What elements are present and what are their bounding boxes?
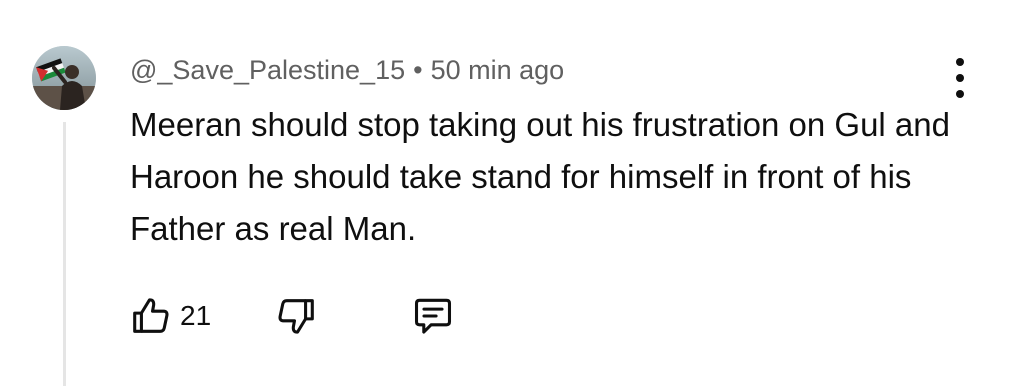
- like-count: 21: [180, 300, 212, 331]
- avatar-image: [32, 46, 96, 110]
- avatar[interactable]: [32, 46, 96, 110]
- menu-dot: [956, 58, 964, 66]
- comment-header: @_Save_Palestine_15 • 50 min ago: [130, 52, 564, 88]
- menu-dot: [956, 74, 964, 82]
- menu-dot: [956, 90, 964, 98]
- thumbs-down-icon: [278, 299, 314, 334]
- comment-time[interactable]: 50 min ago: [431, 55, 565, 85]
- thread-line: [63, 122, 66, 386]
- dislike-button[interactable]: [273, 290, 319, 342]
- author-handle[interactable]: @_Save_Palestine_15: [130, 55, 405, 85]
- meta-separator: •: [413, 55, 423, 85]
- more-options-button[interactable]: [946, 58, 974, 98]
- thumbs-up-icon: [133, 298, 169, 333]
- comment: @_Save_Palestine_15 • 50 min ago Meeran sh…: [0, 0, 1024, 386]
- reply-comment-icon: [414, 298, 452, 334]
- reply-button[interactable]: [410, 290, 456, 342]
- comment-text: Meeran should stop taking out his frustr…: [130, 106, 950, 247]
- like-button[interactable]: 21: [128, 290, 211, 342]
